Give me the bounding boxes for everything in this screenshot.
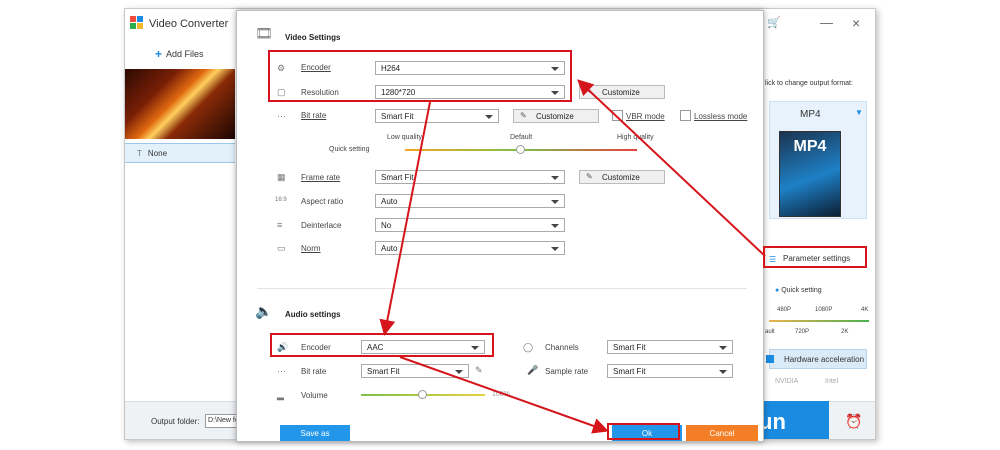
close-icon[interactable]: × [852,15,860,31]
quick-setting-title: ● Quick setting [775,287,822,294]
volume-slider-knob[interactable] [418,390,427,399]
aspect-ratio-select[interactable]: Auto [375,194,565,208]
cart-icon[interactable]: 🛒 [767,16,781,29]
subtitle-value: None [147,149,168,158]
norm-icon: ▭ [277,243,286,253]
pencil-icon: ✎ [586,172,593,181]
lossless-mode-checkbox[interactable] [680,110,691,121]
tick-1080p: 1080P [815,307,833,313]
ok-button-highlight [607,423,680,440]
frame-rate-label[interactable]: Frame rate [301,173,340,182]
deinterlace-icon: ≡ [277,220,283,230]
vbr-mode-label: VBR mode [626,112,665,121]
frame-rate-customize-label: Customize [602,173,640,182]
aspect-ratio-label: Aspect ratio [301,197,344,206]
tick-480p: 480P [777,307,792,313]
hardware-acceleration-label: Hardware acceleration [784,355,865,364]
channels-icon: ◯ [523,342,534,352]
section-divider [257,288,747,289]
volume-value: 100% [492,391,510,398]
lossless-mode-label: Lossless mode [694,112,748,121]
bitrate-select[interactable]: Smart Fit [375,109,499,123]
change-format-label: lick to change output format: [765,80,853,87]
frame-rate-icon: ▦ [277,172,286,182]
plus-icon: + [155,47,163,61]
mp4-format-icon: MP4 [779,131,841,217]
vbr-mode-checkbox[interactable] [612,110,623,121]
bitrate-icon: ⋯ [277,111,286,121]
format-name: MP4 [800,109,821,120]
hardware-icon [766,355,774,363]
video-thumbnail[interactable] [125,69,235,139]
bitrate-customize-label: Customize [536,112,574,121]
audio-bitrate-select[interactable]: Smart Fit [361,364,469,378]
audio-settings-icon: 🔈 [255,303,273,319]
sample-rate-select[interactable]: Smart Fit [607,364,733,378]
video-encoder-resolution-highlight [268,50,572,102]
channels-select[interactable]: Smart Fit [607,340,733,354]
low-quality-label: Low quality [387,134,423,141]
parameter-settings-highlight [763,246,867,268]
tick-4k: 4K [861,307,869,313]
norm-select[interactable]: Auto [375,241,565,255]
bitrate-customize-button[interactable]: ✎ Customize [513,109,599,123]
quick-setting-title-text: Quick setting [781,287,822,294]
tick-720p: 720P [795,329,810,335]
aspect-ratio-icon: 16:9 [275,197,287,203]
resolution-customize-label: Customize [602,88,640,97]
volume-label: Volume [301,391,328,400]
video-settings-title: Video Settings [285,33,341,42]
deinterlace-select[interactable]: No [375,218,565,232]
channels-label: Channels [545,343,579,352]
frame-rate-select[interactable]: Smart Fit [375,170,565,184]
tick-default: ault [765,329,775,335]
sample-rate-label: Sample rate [545,367,589,376]
high-quality-label: High quality [617,134,654,141]
app-logo-icon [130,16,143,29]
pencil-icon: ✎ [520,111,527,120]
deinterlace-label: Deinterlace [301,221,342,230]
alarm-clock-icon[interactable]: ⏰ [845,413,862,430]
cancel-button[interactable]: Cancel [686,425,758,441]
text-icon: T [137,149,142,158]
audio-bitrate-label: Bit rate [301,367,327,376]
window-title: Video Converter [149,18,229,30]
mp4-icon-label: MP4 [793,138,827,155]
pencil-icon: ✎ [586,87,593,96]
norm-label[interactable]: Norm [301,244,321,253]
bitrate-label[interactable]: Bit rate [301,111,326,120]
intel-badge: Intel [825,378,839,385]
quality-slider-knob[interactable] [516,145,525,154]
save-as-button[interactable]: Save as [280,425,350,441]
screenshot-stage: Video Converter 🛒 — × + Add Files T None l… [0,0,1000,450]
volume-icon: ▂ [277,390,284,400]
quick-setting-slider[interactable] [769,320,869,322]
hardware-acceleration-toggle[interactable]: Hardware acceleration [766,349,867,369]
minimize-icon[interactable]: — [820,15,833,30]
quick-setting-icon: ● [775,287,780,294]
default-quality-label: Default [510,134,533,141]
audio-bitrate-icon: ⋯ [277,366,286,376]
subtitle-selector[interactable]: T None [125,143,235,163]
audio-settings-title: Audio settings [285,310,341,319]
nvidia-badge: NVIDIA [775,378,799,385]
resolution-customize-button[interactable]: ✎ Customize [579,85,665,99]
add-files-button[interactable]: + Add Files [155,47,204,61]
quick-setting-label: Quick setting [329,146,370,153]
frame-rate-customize-button[interactable]: ✎ Customize [579,170,665,184]
audio-encoder-highlight [270,333,494,357]
video-settings-icon: 🎞 [255,25,273,41]
microphone-icon: 🎤 [527,365,539,375]
output-folder-label: Output folder: [151,417,200,426]
audio-bitrate-edit-icon[interactable]: ✎ [475,365,483,376]
add-files-label: Add Files [166,49,204,59]
format-dropdown-icon[interactable]: ▼ [855,108,863,117]
tick-2k: 2K [841,329,849,335]
run-button[interactable]: un [755,401,829,439]
